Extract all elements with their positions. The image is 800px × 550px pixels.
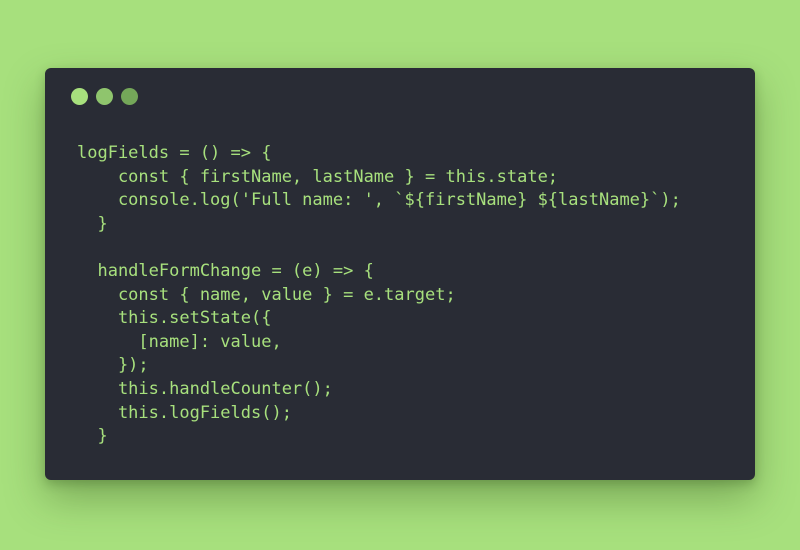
code-line: const { firstName, lastName } = this.sta… (77, 166, 559, 187)
code-line: this.setState({ (77, 308, 272, 329)
code-window: logFields = () => { const { firstName, l… (45, 68, 755, 480)
code-block: logFields = () => { const { firstName, l… (77, 142, 681, 449)
code-line: handleFormChange = (e) => { (77, 260, 374, 281)
code-line: const { name, value } = e.target; (77, 284, 456, 305)
minimize-dot-icon[interactable] (96, 88, 113, 105)
code-line: console.log('Full name: ', `${firstName}… (77, 190, 681, 211)
code-line: }); (77, 355, 149, 376)
code-line: } (77, 213, 108, 234)
code-line: this.logFields(); (77, 402, 292, 423)
code-line: } (77, 426, 108, 447)
code-line: this.handleCounter(); (77, 378, 333, 399)
window-controls (71, 88, 138, 105)
close-dot-icon[interactable] (71, 88, 88, 105)
code-line: [name]: value, (77, 331, 282, 352)
maximize-dot-icon[interactable] (121, 88, 138, 105)
code-line: logFields = () => { (77, 143, 272, 163)
